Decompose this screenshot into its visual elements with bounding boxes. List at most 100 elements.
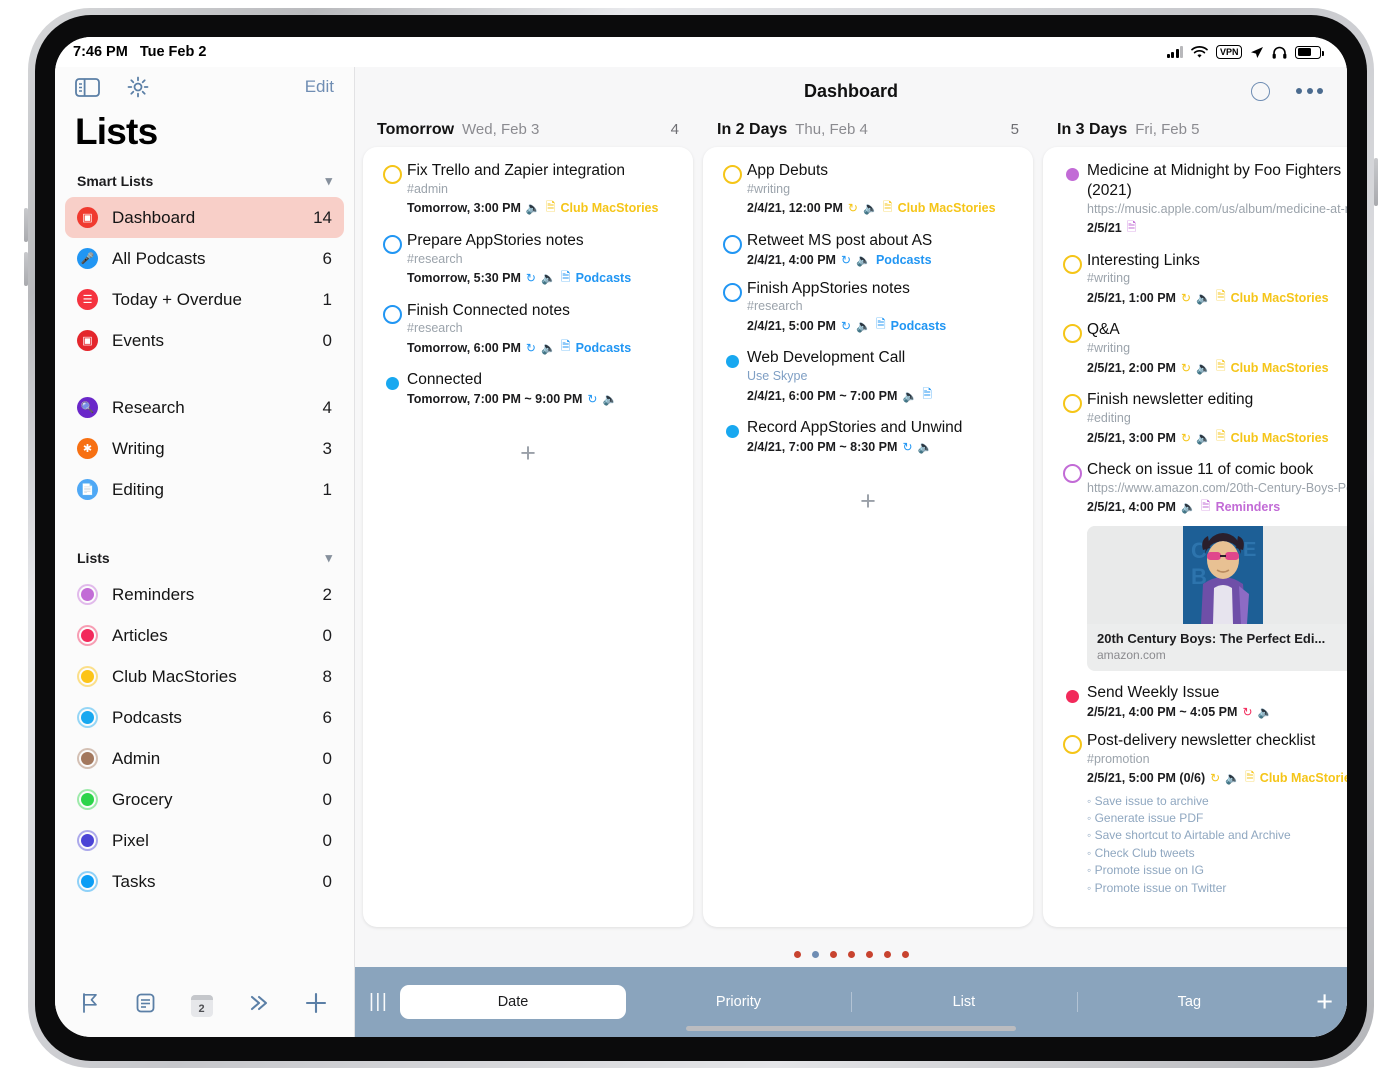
- task-checkbox[interactable]: [1057, 390, 1087, 448]
- task-row[interactable]: Q&A #writing 2/5/21, 2:00 PM ↻ 🔈 🗎 Club …: [1043, 320, 1347, 390]
- task-row[interactable]: Web Development Call Use Skype 2/4/21, 6…: [703, 348, 1033, 418]
- sidebar-item-all-podcasts[interactable]: 🎤 All Podcasts 6: [65, 238, 344, 279]
- circle-outline-icon[interactable]: [1251, 81, 1270, 101]
- page-dot-active[interactable]: [811, 950, 819, 958]
- segment-priority[interactable]: Priority: [626, 985, 851, 1019]
- chevron-down-icon[interactable]: ▾: [325, 550, 332, 566]
- task-checkbox[interactable]: [377, 231, 407, 289]
- task-event-dot[interactable]: [717, 418, 747, 454]
- flag-icon[interactable]: [81, 992, 101, 1019]
- columns-container[interactable]: Tomorrow Wed, Feb 3 4 Fix Trello and Zap…: [355, 115, 1347, 941]
- section-header-smart-lists[interactable]: Smart Lists ▾: [65, 167, 344, 197]
- sidebar-item-podcasts[interactable]: Podcasts 6: [65, 697, 344, 738]
- task-row[interactable]: Prepare AppStories notes #research Tomor…: [363, 231, 693, 301]
- task-checkbox[interactable]: [717, 161, 747, 219]
- page-dot[interactable]: [847, 950, 855, 958]
- edit-button[interactable]: Edit: [305, 77, 334, 97]
- link-preview-card[interactable]: C B E 20th Century Boys: The Perfect Edi…: [1087, 525, 1347, 671]
- page-dot[interactable]: [829, 950, 837, 958]
- sort-segmented-control[interactable]: Date Priority List Tag: [400, 985, 1302, 1019]
- add-button[interactable]: +: [1316, 987, 1333, 1017]
- sidebar-item-dashboard[interactable]: ▣ Dashboard 14: [65, 197, 344, 238]
- task-row[interactable]: Interesting Links #writing 2/5/21, 1:00 …: [1043, 251, 1347, 321]
- subtask-item[interactable]: Promote issue on IG: [1087, 862, 1347, 879]
- sidebar-item-research[interactable]: 🔍 Research 4: [65, 387, 344, 428]
- page-dot[interactable]: [883, 950, 891, 958]
- task-row[interactable]: Finish newsletter editing #editing 2/5/2…: [1043, 390, 1347, 460]
- task-row[interactable]: Retweet MS post about AS 2/4/21, 4:00 PM…: [703, 231, 1033, 279]
- task-row[interactable]: Connected Tomorrow, 7:00 PM ~ 9:00 PM ↻ …: [363, 370, 693, 418]
- subtask-item[interactable]: Generate issue PDF: [1087, 810, 1347, 827]
- task-checkbox[interactable]: [1057, 320, 1087, 378]
- calendar-day-icon[interactable]: 2: [190, 994, 213, 1017]
- sidebar-item-admin[interactable]: Admin 0: [65, 738, 344, 779]
- chevron-double-right-icon[interactable]: [247, 993, 270, 1018]
- task-time: Tomorrow, 7:00 PM ~ 9:00 PM: [407, 392, 583, 407]
- sidebar-item-today-overdue[interactable]: ☰ Today + Overdue 1: [65, 279, 344, 320]
- task-event-dot[interactable]: [377, 370, 407, 406]
- sidebar-item-editing[interactable]: 📄 Editing 1: [65, 469, 344, 510]
- segment-list[interactable]: List: [851, 985, 1076, 1019]
- task-row[interactable]: App Debuts #writing 2/4/21, 12:00 PM ↻ 🔈…: [703, 161, 1033, 231]
- task-row[interactable]: Post-delivery newsletter checklist #prom…: [1043, 731, 1347, 909]
- task-row[interactable]: Record AppStories and Unwind 2/4/21, 7:0…: [703, 418, 1033, 466]
- task-row[interactable]: Send Weekly Issue 2/5/21, 4:00 PM ~ 4:05…: [1043, 683, 1347, 731]
- volume-down-button[interactable]: [24, 252, 28, 286]
- chevron-down-icon[interactable]: ▾: [325, 173, 332, 189]
- add-task-button[interactable]: +: [363, 424, 693, 477]
- add-task-button[interactable]: +: [703, 472, 1033, 525]
- sidebar-item-count: 8: [322, 666, 332, 686]
- power-button[interactable]: [1374, 158, 1378, 206]
- task-checkbox[interactable]: [377, 301, 407, 359]
- sidebar-item-writing[interactable]: ✱ Writing 3: [65, 428, 344, 469]
- task-row[interactable]: Check on issue 11 of comic book https://…: [1043, 460, 1347, 683]
- page-dot[interactable]: [901, 950, 909, 958]
- page-dot[interactable]: [865, 950, 873, 958]
- home-indicator[interactable]: [686, 1026, 1016, 1031]
- subtask-item[interactable]: Save shortcut to Airtable and Archive: [1087, 827, 1347, 844]
- task-checkbox[interactable]: [1057, 460, 1087, 671]
- note-icon[interactable]: [135, 992, 156, 1019]
- subtask-item[interactable]: Promote issue on Twitter: [1087, 880, 1347, 897]
- task-checkbox[interactable]: [1057, 731, 1087, 897]
- segment-tag[interactable]: Tag: [1076, 985, 1302, 1019]
- task-row[interactable]: Fix Trello and Zapier integration #admin…: [363, 161, 693, 231]
- sidebar-item-reminders[interactable]: Reminders 2: [65, 574, 344, 615]
- sidebar-item-articles[interactable]: Articles 0: [65, 615, 344, 656]
- note-icon: 🗎: [882, 199, 893, 214]
- task-checkbox[interactable]: [717, 279, 747, 337]
- subtask-list: Save issue to archive Generate issue PDF…: [1087, 793, 1347, 897]
- sidebar-item-events[interactable]: ▣ Events 0: [65, 320, 344, 361]
- sidebar-item-pixel[interactable]: Pixel 0: [65, 820, 344, 861]
- add-task-button[interactable]: +: [1043, 915, 1347, 927]
- segment-date[interactable]: Date: [400, 985, 626, 1019]
- more-dots-icon[interactable]: [1296, 88, 1323, 94]
- section-header-lists[interactable]: Lists ▾: [65, 544, 344, 574]
- sidebar-toggle-icon[interactable]: [75, 77, 100, 98]
- calendar-badge-icon: ▣: [77, 207, 98, 228]
- plus-icon[interactable]: [304, 991, 328, 1020]
- task-row[interactable]: Finish Connected notes #research Tomorro…: [363, 301, 693, 371]
- task-checkbox[interactable]: [717, 231, 747, 267]
- subtask-item[interactable]: Check Club tweets: [1087, 845, 1347, 862]
- page-dot[interactable]: [793, 950, 801, 958]
- task-checkbox[interactable]: [1057, 251, 1087, 309]
- sidebar-item-club-macstories[interactable]: Club MacStories 8: [65, 656, 344, 697]
- sidebar-scroll-area[interactable]: Smart Lists ▾ ▣ Dashboard 14 🎤 All Podca…: [55, 167, 354, 977]
- task-url[interactable]: https://www.amazon.com/20th-Century-Boys…: [1087, 481, 1347, 495]
- sidebar-item-grocery[interactable]: Grocery 0: [65, 779, 344, 820]
- task-row[interactable]: Finish AppStories notes #research 2/4/21…: [703, 279, 1033, 349]
- volume-up-button[interactable]: [24, 208, 28, 242]
- task-event-dot[interactable]: [1057, 161, 1087, 239]
- task-checkbox[interactable]: [377, 161, 407, 219]
- gear-icon[interactable]: [126, 75, 150, 99]
- drag-handle-icon[interactable]: |||: [369, 991, 388, 1013]
- subtask-item[interactable]: Save issue to archive: [1087, 793, 1347, 810]
- task-row[interactable]: Medicine at Midnight by Foo Fighters (20…: [1043, 161, 1347, 251]
- page-indicator-dots[interactable]: [355, 941, 1347, 967]
- task-event-dot[interactable]: [717, 348, 747, 406]
- sidebar-item-tasks[interactable]: Tasks 0: [65, 861, 344, 902]
- task-event-dot[interactable]: [1057, 683, 1087, 719]
- task-url[interactable]: https://music.apple.com/us/album/medicin…: [1087, 202, 1347, 216]
- note-icon: 🗎: [1200, 498, 1211, 513]
